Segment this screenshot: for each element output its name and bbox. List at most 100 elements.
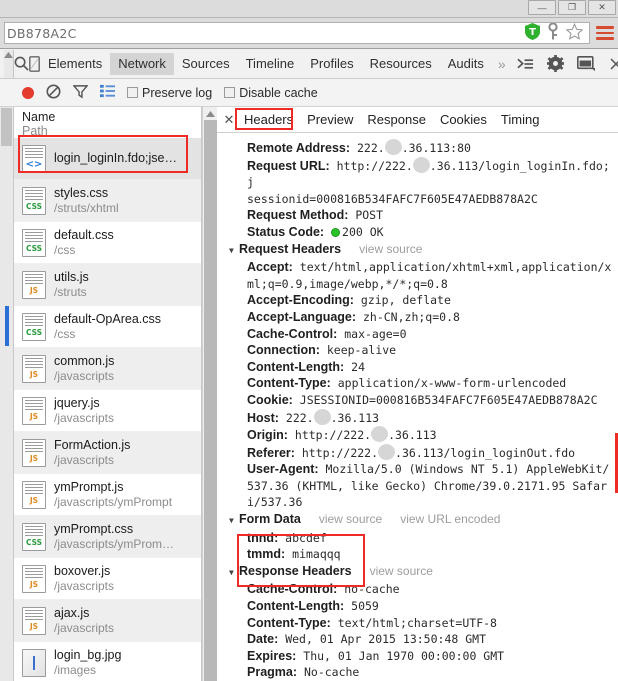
menu-icon[interactable] <box>596 22 614 44</box>
headers-content: Remote Address: 222. .36.113:80 Request UR… <box>217 133 618 681</box>
view-source-link[interactable]: view source <box>319 511 382 528</box>
file-scroll-up-icon[interactable] <box>205 107 215 120</box>
form-data-section[interactable]: ▼ Form Data view source view URL encoded <box>221 511 614 530</box>
js-file-icon: JS <box>22 606 46 635</box>
tab-network[interactable]: Network <box>110 52 174 75</box>
header-key: Accept-Encoding: <box>247 293 354 308</box>
file-meta: login_loginIn.fdo;jse… <box>54 151 177 166</box>
header-key: Content-Length: <box>247 359 345 374</box>
header-value: http://222. .36.113 <box>294 426 437 443</box>
file-rows: <> login_loginIn.fdo;jse… CSS styles.css/st… <box>14 138 201 681</box>
disclosure-triangle-icon[interactable]: ▼ <box>229 565 239 582</box>
view-source-link[interactable]: view URL encoded <box>400 511 500 528</box>
file-scrollbar-thumb[interactable] <box>203 120 217 681</box>
header-line: Connection: keep-alive <box>221 342 614 359</box>
disable-cache-checkbox[interactable]: Disable cache <box>224 86 318 100</box>
css-file-icon: CSS <box>22 522 46 551</box>
disable-cache-box[interactable] <box>224 87 236 98</box>
tab-resources[interactable]: Resources <box>362 53 440 75</box>
file-row[interactable]: JS utils.js/struts <box>14 264 201 306</box>
tab-elements[interactable]: Elements <box>40 53 110 75</box>
header-key: Content-Type: <box>247 615 331 630</box>
star-icon[interactable] <box>565 22 584 43</box>
file-row[interactable]: JS jquery.js/javascripts <box>14 390 201 432</box>
file-row[interactable]: JS common.js/javascripts <box>14 348 201 390</box>
clear-icon[interactable] <box>46 84 61 102</box>
disclosure-triangle-icon[interactable]: ▼ <box>229 243 239 260</box>
file-row[interactable]: JS FormAction.js/javascripts <box>14 432 201 474</box>
preserve-log-box[interactable] <box>127 87 138 98</box>
devtools-panel: Elements Network Sources Timeline Profil… <box>0 48 618 681</box>
disclosure-triangle-icon[interactable]: ▼ <box>229 513 239 530</box>
header-value: 222. .36.113 <box>285 408 380 425</box>
file-row[interactable]: login_bg.jpg/images <box>14 642 201 681</box>
file-meta: boxover.js/javascripts <box>54 564 114 594</box>
preserve-log-checkbox[interactable]: Preserve log <box>127 86 212 100</box>
more-tabs-icon[interactable]: » <box>492 56 512 72</box>
file-row[interactable]: CSS ymPrompt.css/javascripts/ymProm… <box>14 516 201 558</box>
file-path: /javascripts/ymPrompt <box>54 494 173 509</box>
record-icon[interactable] <box>22 86 34 99</box>
browser-titlebar: — ❐ ✕ <box>0 0 618 18</box>
tab-profiles[interactable]: Profiles <box>302 53 361 75</box>
device-icon[interactable] <box>29 50 40 78</box>
file-list-header: Name Path <box>14 107 201 138</box>
file-list-scrollbar[interactable] <box>202 107 217 681</box>
request-headers-section[interactable]: ▼ Request Headers view source <box>221 241 614 260</box>
file-meta: ajax.js/javascripts <box>54 606 114 636</box>
js-file-icon: JS <box>22 564 46 593</box>
tab-cookies[interactable]: Cookies <box>433 110 494 130</box>
header-line: Cache-Control: max-age=0 <box>221 326 614 343</box>
console-drawer-icon[interactable] <box>512 50 540 78</box>
settings-gear-icon[interactable] <box>542 50 570 78</box>
column-header-name[interactable]: Name <box>22 110 193 124</box>
close-devtools-icon[interactable] <box>602 50 618 78</box>
response-headers-section[interactable]: ▼ Response Headers view source <box>221 563 614 582</box>
header-line: Content-Length: 5059 <box>221 598 614 615</box>
tab-sources[interactable]: Sources <box>174 53 238 75</box>
file-path: /struts <box>54 284 87 299</box>
search-icon[interactable] <box>14 50 29 78</box>
file-row[interactable]: CSS default-OpArea.css/css <box>14 306 201 348</box>
view-source-link[interactable]: view source <box>359 241 422 258</box>
shield-icon[interactable]: T <box>525 23 540 43</box>
minimize-button[interactable]: — <box>528 0 556 15</box>
file-row[interactable]: JS boxover.js/javascripts <box>14 558 201 600</box>
js-file-icon: JS <box>22 438 46 467</box>
address-bar[interactable]: DB878A2C T <box>4 22 590 44</box>
file-row[interactable]: CSS default.css/css <box>14 222 201 264</box>
column-header-path[interactable]: Path <box>22 124 193 138</box>
filter-icon[interactable] <box>72 84 89 102</box>
header-key: Host: <box>247 410 279 425</box>
tab-headers[interactable]: Headers <box>237 110 300 130</box>
file-row[interactable]: JS ymPrompt.js/javascripts/ymPrompt <box>14 474 201 516</box>
tab-timeline[interactable]: Timeline <box>238 53 303 75</box>
view-source-link[interactable]: view source <box>370 563 433 580</box>
header-line: Referer: http://222. .36.113/login_loginO… <box>221 443 614 462</box>
tab-response[interactable]: Response <box>360 110 433 130</box>
css-file-icon: CSS <box>22 228 46 257</box>
file-row[interactable]: JS ajax.js/javascripts <box>14 600 201 642</box>
left-scrollbar-thumb[interactable] <box>1 108 12 146</box>
details-close-icon[interactable]: ✕ <box>221 112 237 128</box>
view-list-icon[interactable] <box>100 84 115 101</box>
section-title: Form Data <box>239 512 301 527</box>
header-value: application/x-www-form-urlencoded <box>337 376 567 391</box>
dock-icon[interactable] <box>572 50 600 78</box>
scroll-up-button[interactable] <box>4 49 14 78</box>
tab-timing[interactable]: Timing <box>494 110 547 130</box>
file-meta: login_bg.jpg/images <box>54 648 121 678</box>
header-line: Remote Address: 222. .36.113:80 <box>221 139 614 157</box>
file-row[interactable]: CSS styles.css/struts/xhtml <box>14 180 201 222</box>
left-scrollbar[interactable] <box>0 107 14 681</box>
close-window-button[interactable]: ✕ <box>588 0 616 15</box>
key-icon[interactable] <box>547 22 559 43</box>
file-row[interactable]: <> login_loginIn.fdo;jse… <box>14 138 201 180</box>
address-bar-icons: T <box>525 22 585 43</box>
tab-preview[interactable]: Preview <box>300 110 360 130</box>
maximize-button[interactable]: ❐ <box>558 0 586 15</box>
header-value: abcdef <box>285 530 327 545</box>
details-scrollbar[interactable] <box>614 133 618 681</box>
css-file-icon: CSS <box>22 186 46 215</box>
tab-audits[interactable]: Audits <box>440 53 492 75</box>
